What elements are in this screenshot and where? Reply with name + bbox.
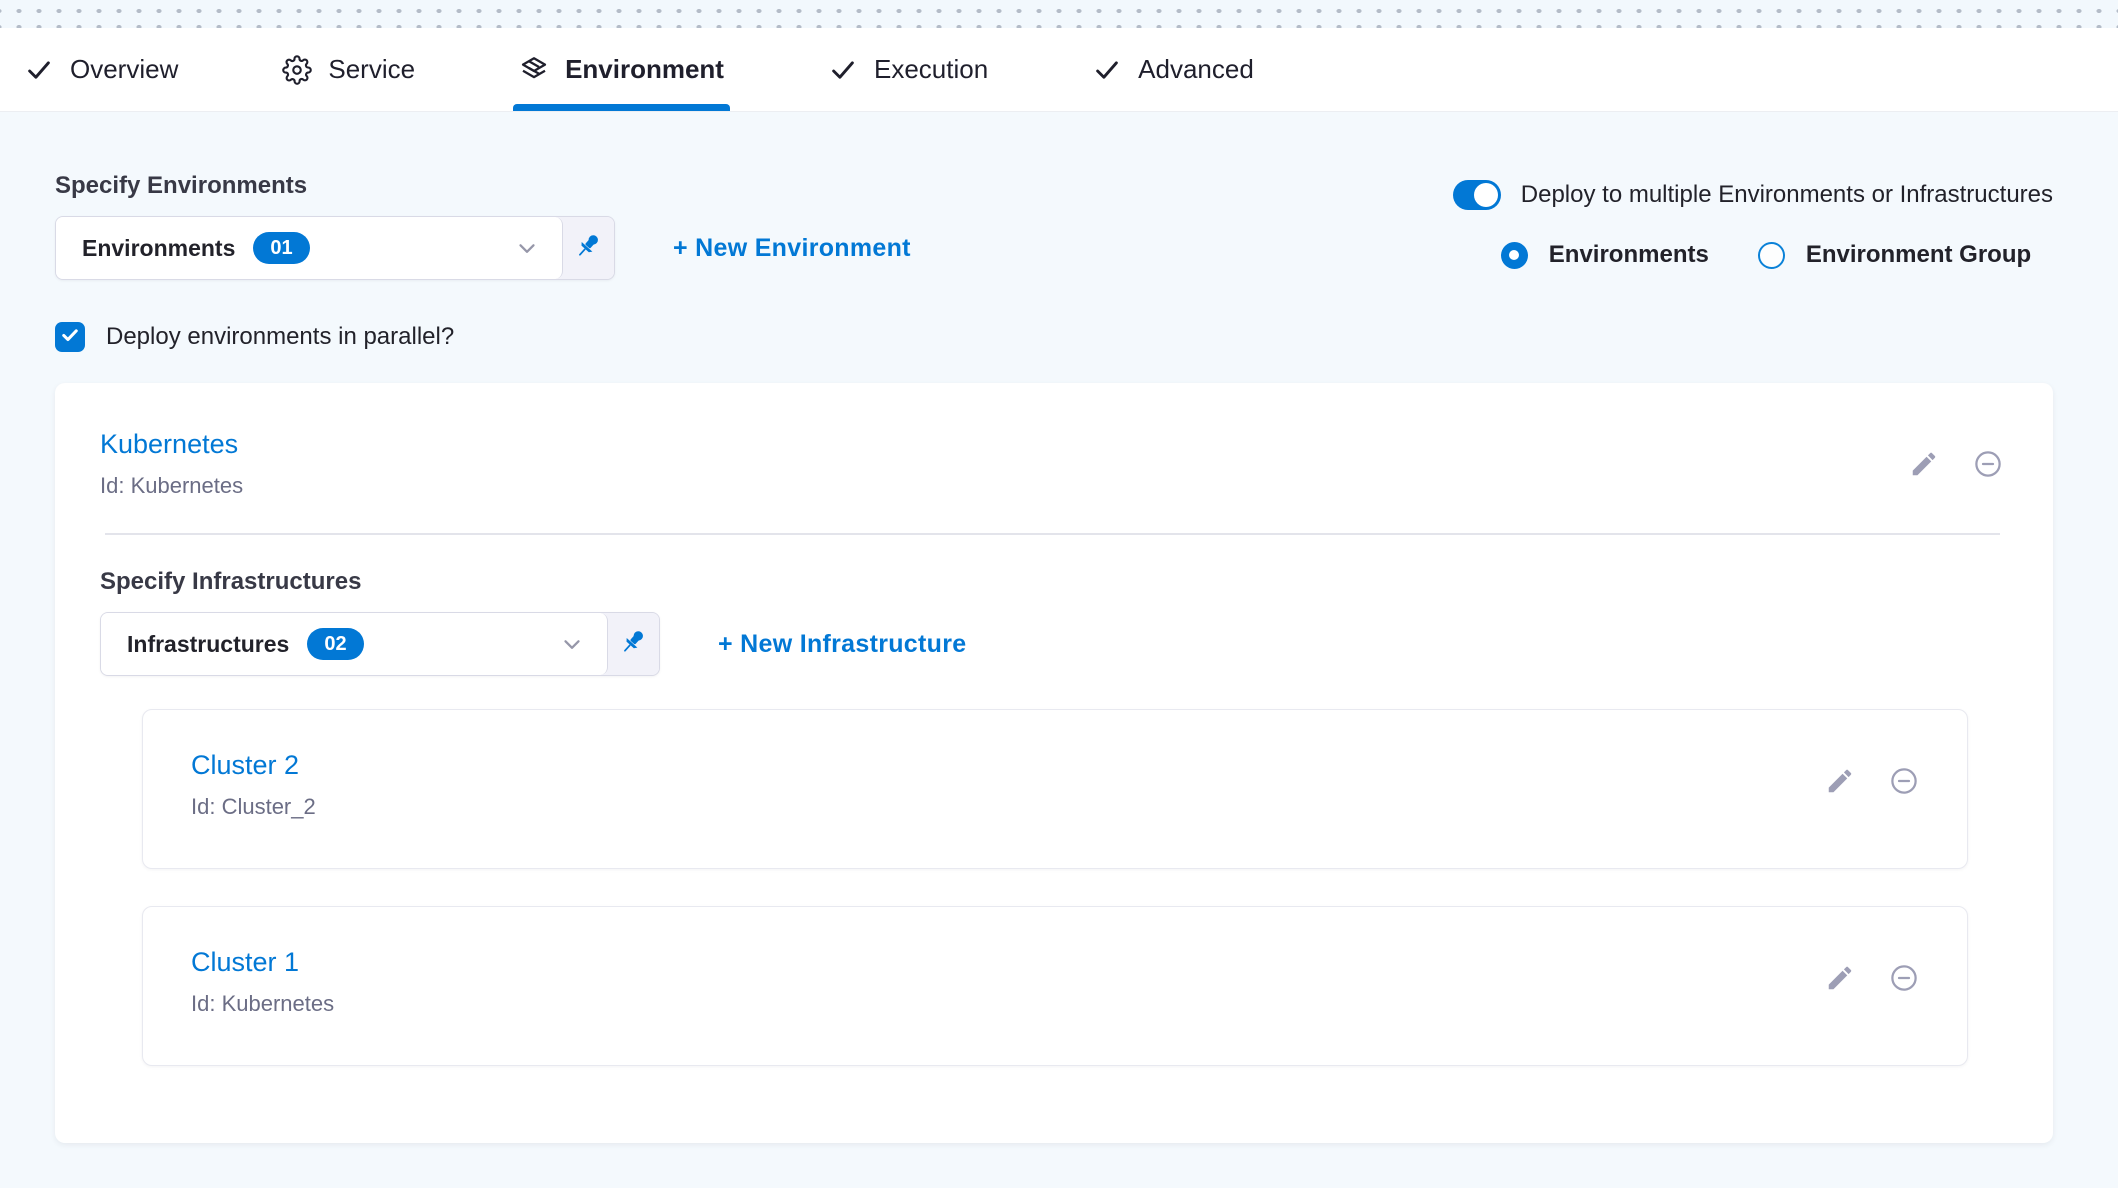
pin-icon [618,626,650,663]
radio-unselected-icon[interactable] [1758,242,1785,269]
toggle-knob [1474,183,1498,207]
tab-advanced[interactable]: Advanced [1088,28,1258,111]
infrastructure-card: Cluster 2 Id: Cluster_2 [142,709,1968,869]
tab-environment[interactable]: Environment [515,28,728,111]
check-icon [1092,55,1122,85]
environments-count-badge: 01 [253,232,309,264]
tab-label: Service [328,54,415,85]
specify-infrastructures-heading: Specify Infrastructures [100,568,2005,596]
deploy-multiple-label: Deploy to multiple Environments or Infra… [1521,181,2053,209]
environment-card-titles: Kubernetes Id: Kubernetes [100,429,243,499]
radio-environment-group-label: Environment Group [1806,241,2031,269]
edit-infrastructure-button[interactable] [1825,963,1855,993]
environments-select-value[interactable]: Environments 01 [56,217,563,279]
environment-tab-content: Specify Environments Environments 01 + N… [0,112,2118,1143]
check-icon [24,55,54,85]
check-icon [60,325,80,350]
deploy-options-panel: Deploy to multiple Environments or Infra… [1453,180,2053,269]
infrastructures-picker-row: Infrastructures 02 + New Infrastructure [100,612,2005,676]
deploy-multiple-toggle[interactable] [1453,180,1501,210]
check-icon [828,55,858,85]
infrastructures-select-value[interactable]: Infrastructures 02 [101,613,608,675]
deploy-parallel-label: Deploy environments in parallel? [106,323,454,351]
environment-layers-icon [519,55,549,85]
tab-service[interactable]: Service [278,28,419,111]
infrastructures-count-badge: 02 [307,628,363,660]
tab-label: Advanced [1138,54,1254,85]
infrastructure-card-actions [1825,766,1919,796]
infrastructures-select[interactable]: Infrastructures 02 [100,612,660,676]
new-environment-link[interactable]: + New Environment [673,234,911,263]
infrastructures-pin-button[interactable] [608,613,659,675]
gear-icon [282,55,312,85]
infrastructure-name-link[interactable]: Cluster 1 [191,947,334,978]
infrastructure-id-text: Id: Kubernetes [191,991,334,1017]
tab-execution[interactable]: Execution [824,28,992,111]
radio-environments-label: Environments [1549,241,1709,269]
remove-infrastructure-button[interactable] [1889,766,1919,796]
infrastructure-card-titles: Cluster 2 Id: Cluster_2 [191,750,316,820]
infrastructure-card-actions [1825,963,1919,993]
environments-pin-button[interactable] [563,217,614,279]
deploy-multiple-toggle-row: Deploy to multiple Environments or Infra… [1453,180,2053,210]
tab-overview[interactable]: Overview [20,28,182,111]
environments-select-label: Environments [82,235,235,262]
environment-card-actions [1909,449,2003,479]
remove-environment-button[interactable] [1973,449,2003,479]
environments-select[interactable]: Environments 01 [55,216,615,280]
infrastructure-card-titles: Cluster 1 Id: Kubernetes [191,947,334,1017]
deploy-parallel-checkbox[interactable] [55,322,85,352]
edit-environment-button[interactable] [1909,449,1939,479]
environment-card: Kubernetes Id: Kubernetes Specify Infras… [55,383,2053,1143]
radio-environments[interactable]: Environments [1501,241,1709,269]
chevron-down-icon[interactable] [559,631,585,657]
tab-label: Execution [874,54,988,85]
new-infrastructure-link[interactable]: + New Infrastructure [718,630,966,659]
environment-type-radio-row: Environments Environment Group [1501,241,2053,269]
infrastructure-id-text: Id: Cluster_2 [191,794,316,820]
infrastructure-name-link[interactable]: Cluster 2 [191,750,316,781]
environment-name-link[interactable]: Kubernetes [100,429,243,460]
infrastructure-card: Cluster 1 Id: Kubernetes [142,906,1968,1066]
pipeline-canvas-dot-strip [0,0,2118,28]
radio-selected-icon[interactable] [1501,242,1528,269]
edit-infrastructure-button[interactable] [1825,766,1855,796]
infrastructures-select-label: Infrastructures [127,631,289,658]
card-divider [105,533,2000,535]
environment-id-text: Id: Kubernetes [100,473,243,499]
pin-icon [573,230,605,267]
tab-label: Environment [565,54,724,85]
chevron-down-icon[interactable] [514,235,540,261]
deploy-parallel-row: Deploy environments in parallel? [55,322,2053,352]
remove-infrastructure-button[interactable] [1889,963,1919,993]
radio-environment-group[interactable]: Environment Group [1758,241,2031,269]
environment-card-header: Kubernetes Id: Kubernetes [100,429,2005,499]
tab-label: Overview [70,54,178,85]
stage-tab-bar: Overview Service Environment Execution A… [0,28,2118,112]
